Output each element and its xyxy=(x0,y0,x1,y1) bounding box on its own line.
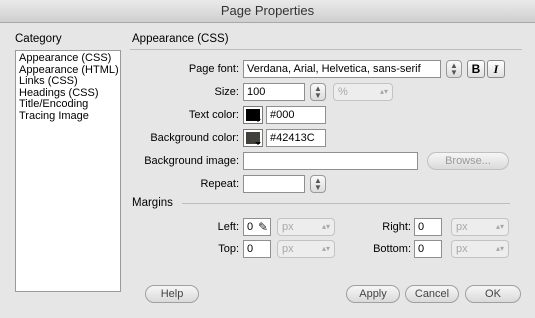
category-item-links-css[interactable]: Links (CSS) xyxy=(19,75,120,88)
background-image-label: Background image: xyxy=(144,155,239,167)
margin-bottom-unit: px xyxy=(456,243,468,255)
bold-button[interactable]: B xyxy=(467,60,485,78)
window-title: Page Properties xyxy=(0,0,535,23)
italic-button[interactable]: I xyxy=(487,60,505,78)
dropdown-arrow-icon xyxy=(255,119,261,122)
size-unit-select: % ▴▾ xyxy=(333,83,393,101)
margin-left-label: Left: xyxy=(217,221,239,233)
margin-left-unit: px xyxy=(282,221,294,233)
size-stepper[interactable]: ▲ ▼ xyxy=(310,83,326,101)
page-font-stepper[interactable]: ▲ ▼ xyxy=(446,60,462,78)
background-color-field[interactable]: #42413C xyxy=(266,129,326,147)
text-color-field[interactable]: #000 xyxy=(266,106,326,124)
apply-button[interactable]: Apply xyxy=(346,285,400,303)
margin-bottom-field[interactable]: 0 xyxy=(414,240,442,258)
chevron-updown-icon: ▴▾ xyxy=(495,244,504,253)
text-color-swatch[interactable] xyxy=(243,106,263,124)
page-font-label: Page font: xyxy=(188,63,239,75)
repeat-stepper[interactable]: ▲ ▼ xyxy=(310,175,326,193)
margin-top-label: Top: xyxy=(218,243,239,255)
browse-button[interactable]: Browse... xyxy=(427,152,509,170)
section-title: Appearance (CSS) xyxy=(132,33,229,45)
category-item-title-encoding[interactable]: Title/Encoding xyxy=(19,98,120,111)
margin-bottom-unit-select: px ▴▾ xyxy=(451,240,509,258)
margin-right-field[interactable]: 0 xyxy=(414,218,442,236)
background-color-swatch[interactable] xyxy=(243,129,263,147)
category-item-tracing-image[interactable]: Tracing Image xyxy=(19,110,120,123)
margin-top-field[interactable]: 0 xyxy=(243,240,271,258)
repeat-label: Repeat: xyxy=(200,178,239,190)
page-properties-dialog: Category Appearance (CSS) Appearance (HT… xyxy=(0,23,535,318)
chevron-down-icon: ▼ xyxy=(314,91,322,100)
chevron-updown-icon: ▴▾ xyxy=(379,87,388,96)
text-color-label: Text color: xyxy=(188,109,239,121)
background-image-field[interactable] xyxy=(243,152,418,170)
margin-right-unit: px xyxy=(456,221,468,233)
chevron-updown-icon: ▴▾ xyxy=(321,244,330,253)
margin-bottom-label: Bottom: xyxy=(373,243,411,255)
margin-right-label: Right: xyxy=(382,221,411,233)
help-button[interactable]: Help xyxy=(145,285,199,303)
chevron-down-icon: ▼ xyxy=(450,68,458,77)
section-divider xyxy=(130,49,522,50)
category-list: Appearance (CSS) Appearance (HTML) Links… xyxy=(15,50,121,292)
size-field[interactable]: 100 xyxy=(243,83,305,101)
category-heading: Category xyxy=(15,33,62,45)
margin-right-unit-select: px ▴▾ xyxy=(451,218,509,236)
background-color-label: Background color: xyxy=(150,132,239,144)
dropdown-arrow-icon xyxy=(255,142,261,145)
size-label: Size: xyxy=(214,86,239,98)
cancel-button[interactable]: Cancel xyxy=(405,285,459,303)
chevron-updown-icon: ▴▾ xyxy=(495,222,504,231)
ok-button[interactable]: OK xyxy=(465,285,521,303)
margins-divider xyxy=(182,203,510,204)
size-unit-value: % xyxy=(338,86,348,98)
page-font-field[interactable]: Verdana, Arial, Helvetica, sans-serif xyxy=(243,60,441,78)
category-item-appearance-css[interactable]: Appearance (CSS) xyxy=(19,52,120,65)
chevron-updown-icon: ▴▾ xyxy=(321,222,330,231)
eyedropper-icon: ✎ xyxy=(258,220,269,234)
margin-top-unit: px xyxy=(282,243,294,255)
repeat-field[interactable] xyxy=(243,175,305,193)
chevron-down-icon: ▼ xyxy=(314,183,322,192)
margin-left-unit-select: px ▴▾ xyxy=(277,218,335,236)
margin-top-unit-select: px ▴▾ xyxy=(277,240,335,258)
margins-heading: Margins xyxy=(132,197,173,209)
